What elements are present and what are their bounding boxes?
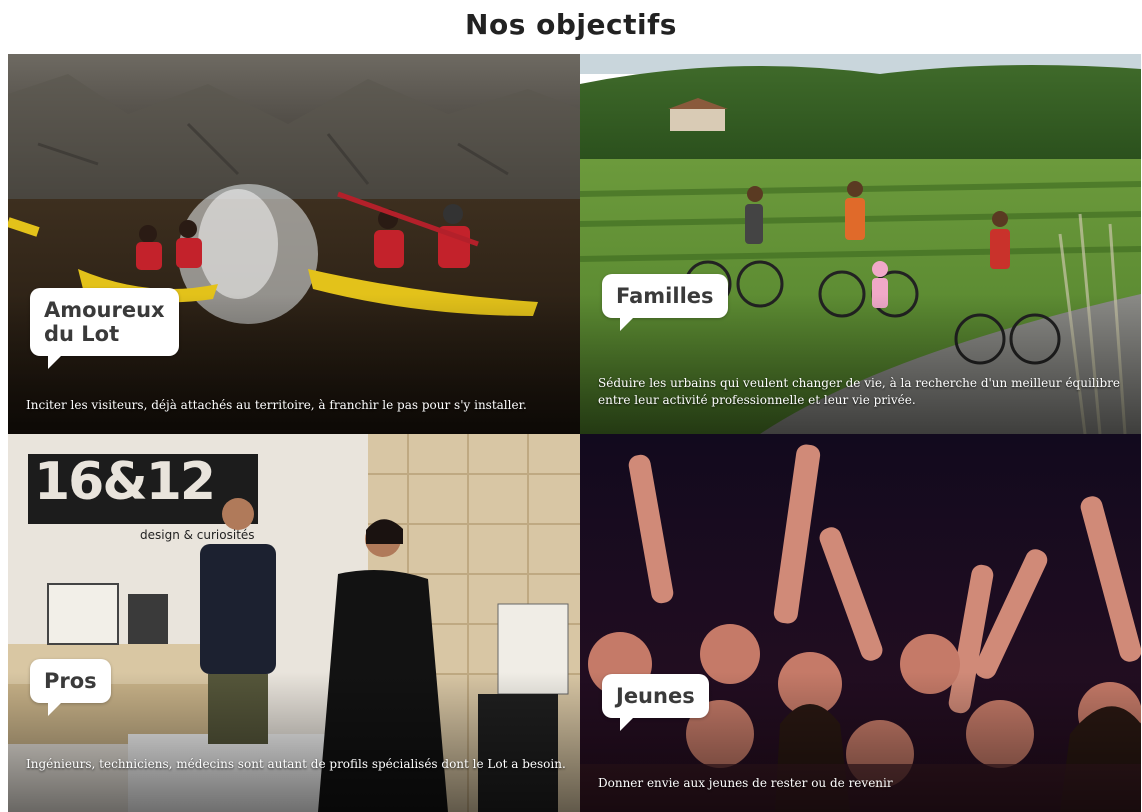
tile-label-bubble: Jeunes	[602, 674, 709, 731]
shop-sign-subtext: design & curiosités	[140, 528, 255, 542]
tile-caption: Ingénieurs, techniciens, médecins sont a…	[26, 757, 566, 771]
tile-caption: Inciter les visiteurs, déjà attachés au …	[26, 398, 527, 412]
page-title: Nos objectifs	[465, 8, 677, 41]
tile-label-line1: Amoureux	[44, 298, 165, 322]
tile-caption: Donner envie aux jeunes de rester ou de …	[598, 776, 893, 790]
tile-caption: Séduire les urbains qui veulent changer …	[598, 376, 1120, 407]
objective-tile-pros[interactable]: 16&12 design & curiosités Pros Ingénieur…	[8, 434, 580, 812]
tile-label-bubble: Amoureux du Lot	[30, 288, 179, 369]
objective-tile-jeunes[interactable]: Jeunes Donner envie aux jeunes de rester…	[580, 434, 1141, 812]
shop-sign-text: 16&12	[34, 452, 216, 512]
objective-tile-amoureux[interactable]: Amoureux du Lot Inciter les visiteurs, d…	[8, 54, 580, 434]
tile-label-bubble: Pros	[30, 659, 111, 716]
objectives-grid: Amoureux du Lot Inciter les visiteurs, d…	[8, 54, 1141, 812]
page: Nos objectifs Amoureux du Lot Inciter le…	[0, 0, 1142, 812]
objective-tile-familles[interactable]: Familles Séduire les urbains qui veulent…	[580, 54, 1141, 434]
tile-label-line2: du Lot	[44, 322, 120, 346]
tile-label-bubble: Familles	[602, 274, 728, 331]
